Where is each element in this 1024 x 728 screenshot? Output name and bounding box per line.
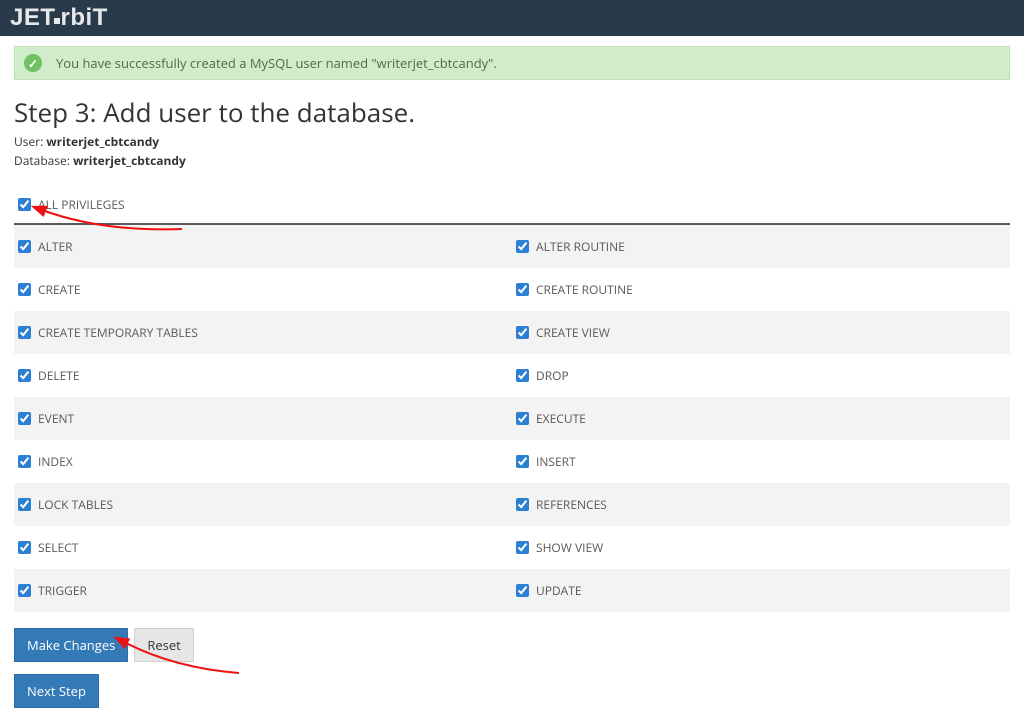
privilege-text: CREATE: [38, 281, 81, 298]
privilege-checkbox[interactable]: [18, 326, 31, 339]
privilege-text: TRIGGER: [38, 582, 87, 599]
privilege-label[interactable]: TRIGGER: [18, 582, 508, 599]
privilege-label[interactable]: CREATE VIEW: [516, 324, 1006, 341]
privilege-cell: CREATE ROUTINE: [512, 268, 1010, 311]
privilege-label[interactable]: ALTER: [18, 238, 508, 255]
alert-message: You have successfully created a MySQL us…: [50, 54, 497, 72]
privilege-label[interactable]: SHOW VIEW: [516, 539, 1006, 556]
page-title: Step 3: Add user to the database.: [14, 94, 1010, 130]
privilege-label[interactable]: DROP: [516, 367, 1006, 384]
privilege-checkbox[interactable]: [18, 240, 31, 253]
privilege-cell: INDEX: [14, 440, 512, 483]
database-value: writerjet_cbtcandy: [73, 152, 186, 169]
logo: JETrbiT: [10, 4, 108, 32]
privilege-text: DELETE: [38, 367, 80, 384]
privilege-text: CREATE ROUTINE: [536, 281, 633, 298]
privilege-text: SHOW VIEW: [536, 539, 603, 556]
privilege-cell: DROP: [512, 354, 1010, 397]
button-row-2: Next Step: [14, 674, 1010, 708]
database-info: Database: writerjet_cbtcandy: [14, 153, 1010, 170]
privilege-checkbox[interactable]: [516, 455, 529, 468]
privilege-text: INSERT: [536, 453, 576, 470]
privilege-checkbox[interactable]: [516, 584, 529, 597]
privilege-label[interactable]: LOCK TABLES: [18, 496, 508, 513]
privilege-cell: LOCK TABLES: [14, 483, 512, 526]
privilege-text: INDEX: [38, 453, 73, 470]
privilege-label[interactable]: INDEX: [18, 453, 508, 470]
database-label: Database:: [14, 152, 70, 169]
privilege-text: REFERENCES: [536, 496, 607, 513]
button-row-1: Make Changes Reset: [14, 628, 1010, 662]
all-privileges-label[interactable]: ALL PRIVILEGES: [18, 196, 1006, 213]
privilege-checkbox[interactable]: [18, 584, 31, 597]
all-privileges-text: ALL PRIVILEGES: [38, 196, 125, 213]
privilege-cell: CREATE VIEW: [512, 311, 1010, 354]
privilege-cell: ALTER ROUTINE: [512, 225, 1010, 268]
success-alert: ✓ You have successfully created a MySQL …: [14, 46, 1010, 80]
privilege-label[interactable]: ALTER ROUTINE: [516, 238, 1006, 255]
privilege-cell: UPDATE: [512, 569, 1010, 612]
privilege-grid: ALTER ALTER ROUTINE CREATE CREATE ROUTINE CR…: [14, 225, 1010, 612]
privilege-checkbox[interactable]: [18, 283, 31, 296]
reset-button[interactable]: Reset: [134, 628, 193, 662]
privilege-cell: ALTER: [14, 225, 512, 268]
privilege-checkbox[interactable]: [516, 369, 529, 382]
privilege-label[interactable]: CREATE: [18, 281, 508, 298]
privilege-text: SELECT: [38, 539, 78, 556]
privilege-label[interactable]: SELECT: [18, 539, 508, 556]
privilege-label[interactable]: EXECUTE: [516, 410, 1006, 427]
privilege-text: CREATE TEMPORARY TABLES: [38, 324, 198, 341]
all-privileges-checkbox[interactable]: [18, 198, 31, 211]
privilege-checkbox[interactable]: [18, 369, 31, 382]
privilege-cell: EVENT: [14, 397, 512, 440]
privilege-cell: SHOW VIEW: [512, 526, 1010, 569]
privilege-checkbox[interactable]: [516, 240, 529, 253]
all-privileges-row: ALL PRIVILEGES: [14, 188, 1010, 225]
privilege-text: LOCK TABLES: [38, 496, 113, 513]
privilege-text: ALTER ROUTINE: [536, 238, 625, 255]
privilege-cell: TRIGGER: [14, 569, 512, 612]
main-container: ✓ You have successfully created a MySQL …: [0, 36, 1024, 728]
privilege-checkbox[interactable]: [18, 498, 31, 511]
privilege-text: UPDATE: [536, 582, 582, 599]
privilege-cell: REFERENCES: [512, 483, 1010, 526]
privilege-table: ALL PRIVILEGES ALTER ALTER ROUTINE CREATE C…: [14, 188, 1010, 612]
make-changes-button[interactable]: Make Changes: [14, 628, 128, 662]
privilege-text: EVENT: [38, 410, 74, 427]
privilege-cell: SELECT: [14, 526, 512, 569]
next-step-button[interactable]: Next Step: [14, 674, 99, 708]
privilege-label[interactable]: DELETE: [18, 367, 508, 384]
checkmark-icon: ✓: [24, 54, 42, 72]
privilege-checkbox[interactable]: [516, 326, 529, 339]
user-label: User:: [14, 133, 43, 150]
privilege-label[interactable]: REFERENCES: [516, 496, 1006, 513]
privilege-cell: CREATE TEMPORARY TABLES: [14, 311, 512, 354]
privilege-checkbox[interactable]: [516, 541, 529, 554]
privilege-label[interactable]: CREATE TEMPORARY TABLES: [18, 324, 508, 341]
privilege-checkbox[interactable]: [516, 498, 529, 511]
privilege-label[interactable]: CREATE ROUTINE: [516, 281, 1006, 298]
privilege-checkbox[interactable]: [18, 412, 31, 425]
privilege-text: CREATE VIEW: [536, 324, 610, 341]
privilege-text: DROP: [536, 367, 569, 384]
privilege-checkbox[interactable]: [516, 412, 529, 425]
privilege-text: EXECUTE: [536, 410, 586, 427]
alert-icon-box: ✓: [16, 47, 50, 79]
privilege-label[interactable]: UPDATE: [516, 582, 1006, 599]
topbar: JETrbiT: [0, 0, 1024, 36]
privilege-checkbox[interactable]: [516, 283, 529, 296]
privilege-checkbox[interactable]: [18, 541, 31, 554]
user-info: User: writerjet_cbtcandy: [14, 134, 1010, 151]
privilege-label[interactable]: EVENT: [18, 410, 508, 427]
privilege-cell: EXECUTE: [512, 397, 1010, 440]
privilege-label[interactable]: INSERT: [516, 453, 1006, 470]
privilege-cell: CREATE: [14, 268, 512, 311]
user-value: writerjet_cbtcandy: [46, 133, 159, 150]
privilege-checkbox[interactable]: [18, 455, 31, 468]
privilege-cell: INSERT: [512, 440, 1010, 483]
privilege-cell: DELETE: [14, 354, 512, 397]
privilege-text: ALTER: [38, 238, 73, 255]
